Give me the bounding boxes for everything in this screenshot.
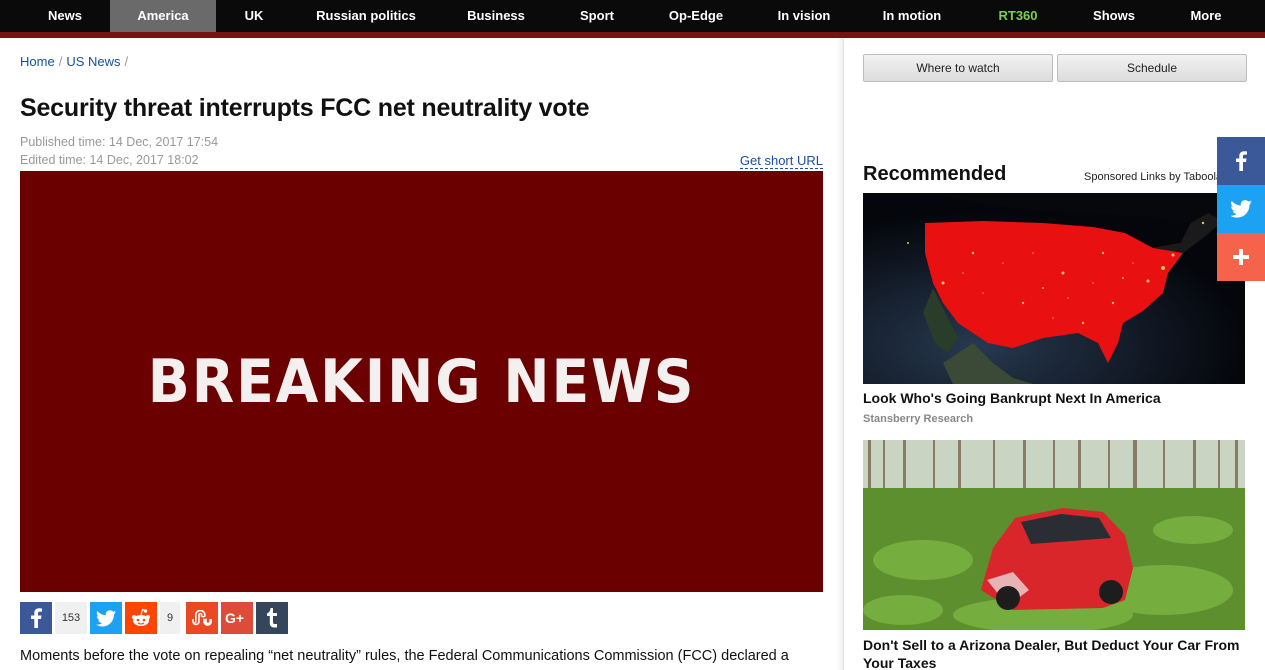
facebook-icon bbox=[31, 608, 42, 628]
svg-text:G+: G+ bbox=[225, 610, 244, 626]
breadcrumb-home[interactable]: Home bbox=[20, 54, 55, 69]
nav-item-in-vision[interactable]: In vision bbox=[750, 0, 858, 32]
recommended-headline-1[interactable]: Look Who's Going Bankrupt Next In Americ… bbox=[863, 389, 1253, 407]
floating-twitter-button[interactable] bbox=[1217, 185, 1265, 233]
article-body-first-line: Moments before the vote on repealing “ne… bbox=[20, 648, 789, 664]
nav-item-rt360[interactable]: RT360 bbox=[966, 0, 1070, 32]
column-divider bbox=[843, 38, 844, 670]
recommended-headline-2[interactable]: Don't Sell to a Arizona Dealer, But Dedu… bbox=[863, 636, 1253, 670]
nav-item-op-edge[interactable]: Op-Edge bbox=[642, 0, 750, 32]
facebook-share-count: 153 bbox=[55, 602, 87, 634]
reddit-share-button[interactable] bbox=[125, 602, 157, 634]
recommended-image-car[interactable] bbox=[863, 440, 1245, 630]
recommended-source-1: Stansberry Research bbox=[863, 413, 974, 425]
top-nav: News America UK Russian politics Busines… bbox=[0, 0, 1265, 32]
google-plus-icon: G+ bbox=[225, 610, 244, 626]
floating-more-share-button[interactable] bbox=[1217, 233, 1265, 281]
nav-item-in-motion[interactable]: In motion bbox=[858, 0, 966, 32]
breadcrumb-us-news[interactable]: US News bbox=[66, 54, 120, 69]
reddit-icon bbox=[132, 608, 150, 626]
breaking-news-text: BREAKING NEWS bbox=[147, 346, 696, 417]
facebook-icon bbox=[1236, 151, 1247, 171]
schedule-button[interactable]: Schedule bbox=[1057, 54, 1247, 82]
red-car-in-field-image bbox=[863, 440, 1245, 630]
nav-item-business[interactable]: Business bbox=[440, 0, 552, 32]
nav-item-uk[interactable]: UK bbox=[216, 0, 292, 32]
article-column: Home / US News / Security threat interrupts… bbox=[0, 38, 843, 670]
floating-share-bar bbox=[1217, 137, 1265, 281]
nav-item-russian-politics[interactable]: Russian politics bbox=[292, 0, 440, 32]
recommended-image-us-map[interactable] bbox=[863, 193, 1245, 384]
facebook-share-button[interactable] bbox=[20, 602, 52, 634]
breadcrumb-separator: / bbox=[124, 54, 129, 69]
edited-time: Edited time: 14 Dec, 2017 18:02 bbox=[20, 153, 199, 167]
recommended-heading: Recommended bbox=[863, 163, 1007, 185]
nav-item-america[interactable]: America bbox=[110, 0, 216, 32]
article-title: Security threat interrupts FCC net neutr… bbox=[20, 94, 590, 122]
twitter-icon bbox=[1230, 200, 1252, 218]
breadcrumb-separator: / bbox=[58, 54, 63, 69]
twitter-icon bbox=[96, 609, 116, 626]
hero-image: BREAKING NEWS bbox=[20, 171, 823, 592]
nav-item-more[interactable]: More bbox=[1158, 0, 1254, 32]
tumblr-icon bbox=[267, 608, 277, 628]
published-time: Published time: 14 Dec, 2017 17:54 bbox=[20, 135, 219, 149]
nav-item-shows[interactable]: Shows bbox=[1070, 0, 1158, 32]
plus-icon bbox=[1233, 249, 1249, 265]
twitter-share-button[interactable] bbox=[90, 602, 122, 634]
floating-facebook-button[interactable] bbox=[1217, 137, 1265, 185]
stumbleupon-icon bbox=[192, 610, 212, 626]
reddit-share-count: 9 bbox=[160, 602, 180, 634]
where-to-watch-button[interactable]: Where to watch bbox=[863, 54, 1053, 82]
stumbleupon-share-button[interactable] bbox=[186, 602, 218, 634]
share-bar: 153 9 G+ bbox=[20, 602, 288, 634]
get-short-url-link[interactable]: Get short URL bbox=[739, 153, 823, 169]
us-night-map-image bbox=[863, 193, 1245, 384]
sponsored-links-label[interactable]: Sponsored Links by Taboola bbox=[1084, 171, 1222, 183]
tumblr-share-button[interactable] bbox=[256, 602, 288, 634]
column-shadow bbox=[836, 38, 843, 670]
breadcrumb: Home / US News / bbox=[20, 54, 132, 69]
google-plus-share-button[interactable]: G+ bbox=[221, 602, 253, 634]
nav-item-sport[interactable]: Sport bbox=[552, 0, 642, 32]
